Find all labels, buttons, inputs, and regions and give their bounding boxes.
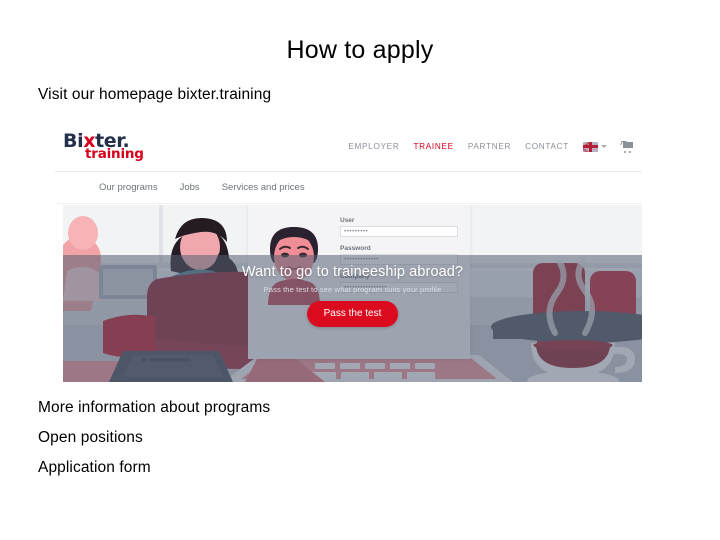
shopping-cart-icon[interactable]: [620, 141, 634, 153]
subnav-item-our-programs[interactable]: Our programs: [99, 182, 158, 193]
user-input[interactable]: •••••••••: [340, 226, 458, 237]
hero-banner: User ••••••••• Password ••••••••••••• Co…: [63, 205, 642, 382]
pass-the-test-button[interactable]: Pass the test: [306, 301, 399, 327]
logo-text-before: Bi: [63, 130, 84, 152]
site-header: Bixter. training EMPLOYER TRAINEE PARTNE…: [55, 126, 642, 172]
subnav-item-jobs[interactable]: Jobs: [180, 182, 200, 193]
link-application-form[interactable]: Application form: [38, 453, 438, 483]
nav-item-contact[interactable]: CONTACT: [525, 142, 569, 151]
website-screenshot: Bixter. training EMPLOYER TRAINEE PARTNE…: [55, 126, 642, 382]
user-field-group: User •••••••••: [340, 217, 458, 237]
link-more-information-about-programs[interactable]: More information about programs: [38, 393, 438, 423]
nav-item-trainee[interactable]: TRAINEE: [413, 142, 453, 151]
hero-heading: Want to go to traineeship abroad?: [241, 264, 464, 280]
hero-subheading: Pass the test to see what program suits …: [263, 285, 442, 294]
page-title: How to apply: [286, 36, 434, 64]
secondary-navigation: Our programs Jobs Services and prices: [55, 172, 642, 204]
bottom-link-list: More information about programs Open pos…: [38, 393, 438, 483]
link-open-positions[interactable]: Open positions: [38, 423, 438, 453]
lead-text: Visit our homepage bixter.training: [38, 86, 272, 103]
nav-item-partner[interactable]: PARTNER: [468, 142, 511, 151]
nav-item-employer[interactable]: EMPLOYER: [348, 142, 399, 151]
subnav-item-services-and-prices[interactable]: Services and prices: [222, 182, 305, 193]
site-logo[interactable]: Bixter. training: [63, 132, 193, 166]
user-input-value: •••••••••: [344, 228, 369, 235]
language-selector[interactable]: [583, 141, 607, 152]
chevron-down-icon: [601, 145, 607, 148]
logo-subtext: training: [85, 146, 144, 162]
password-field-label: Password: [340, 245, 371, 252]
user-field-label: User: [340, 217, 355, 224]
main-navigation: EMPLOYER TRAINEE PARTNER CONTACT: [348, 141, 634, 153]
uk-flag-icon: [583, 141, 598, 152]
